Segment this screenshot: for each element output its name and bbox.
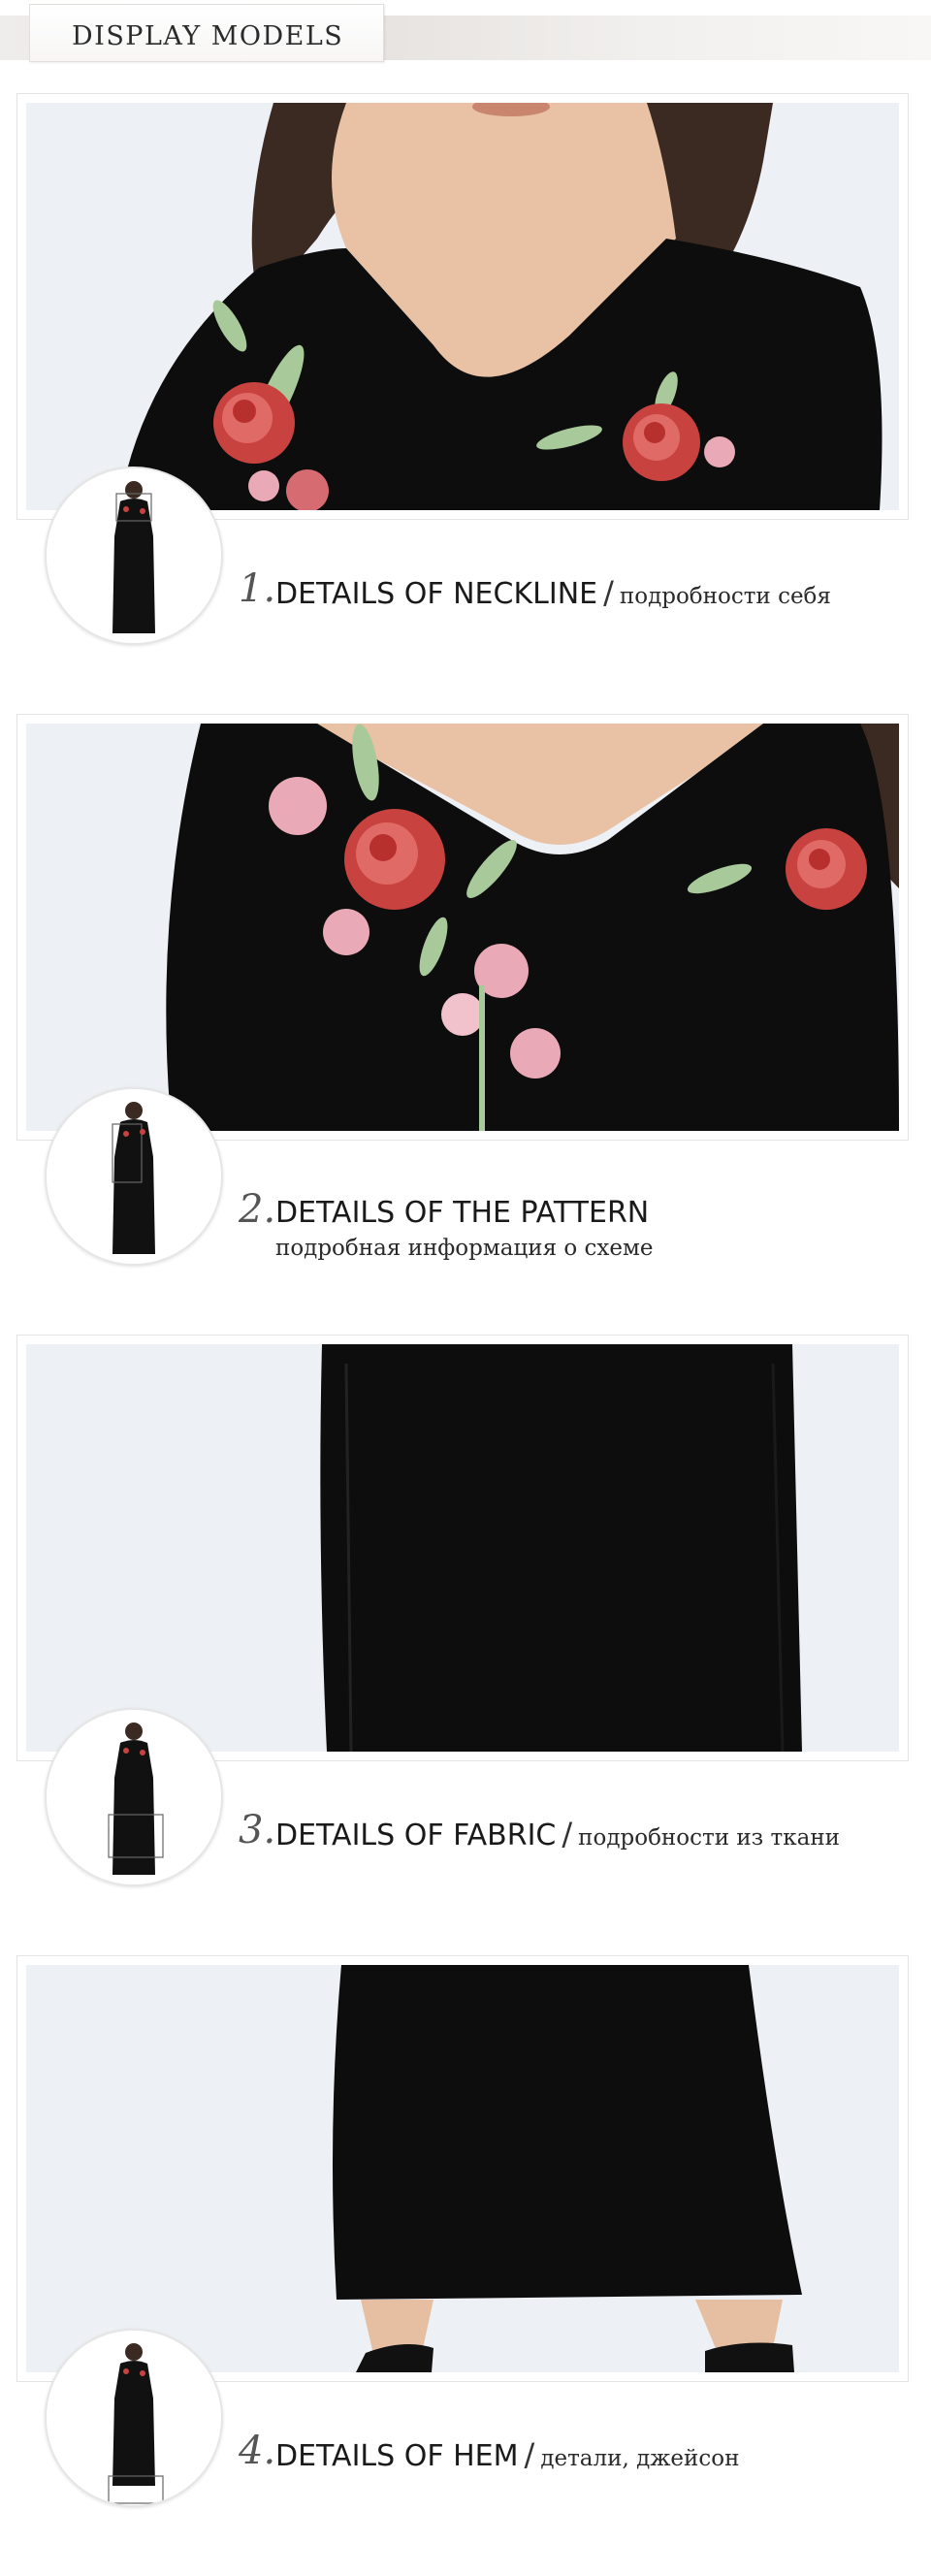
detail-section-neckline: 1. DETAILS OF NECKLINE / подробности себя [0,93,931,714]
section-title-row: DETAILS OF FABRIC / подробности из ткани [275,1817,840,1855]
section-title: DETAILS OF FABRIC [275,1819,557,1852]
title-separator: / [562,1816,573,1852]
section-number: 4. [239,2429,276,2473]
section-title-row: DETAILS OF HEM / детали, джейсон [275,2437,739,2476]
photo-frame [16,714,909,1141]
hem-detail-photo [26,1965,899,2372]
section-title: DETAILS OF THE PATTERN [275,1196,650,1230]
section-number: 2. [239,1187,276,1232]
detail-section-hem: 4. DETAILS OF HEM / детали, джейсон [0,1955,931,2576]
section-subtitle: детали, джейсон [540,2446,740,2471]
section-subtitle: подробности себя [619,584,831,609]
section-number: 1. [239,566,276,611]
detail-section-fabric: 3. DETAILS OF FABRIC / подробности из ткан… [0,1335,931,1955]
section-title-row: DETAILS OF THE PATTERN [275,1196,649,1231]
section-number: 3. [239,1808,276,1852]
model-thumbnail [45,1087,223,1266]
page-title: DISPLAY MODELS [72,21,344,51]
title-separator: / [524,2436,535,2473]
section-subtitle: подробности из ткани [578,1825,840,1851]
photo-frame [16,1335,909,1761]
section-title: DETAILS OF NECKLINE [275,577,598,611]
neckline-detail-photo [26,103,899,510]
model-thumbnail [45,2329,223,2507]
model-thumbnail [45,1708,223,1886]
photo-frame [16,93,909,520]
detail-section-pattern: 2. DETAILS OF THE PATTERN подробная инфо… [0,714,931,1335]
section-subtitle: подробная информация о схеме [275,1236,654,1261]
photo-frame [16,1955,909,2382]
pattern-detail-photo [26,724,899,1131]
model-thumbnail [45,467,223,645]
fabric-detail-photo [26,1344,899,1752]
title-separator: / [603,574,614,611]
section-title-row: DETAILS OF NECKLINE / подробности себя [275,575,831,614]
section-title: DETAILS OF HEM [275,2439,519,2473]
